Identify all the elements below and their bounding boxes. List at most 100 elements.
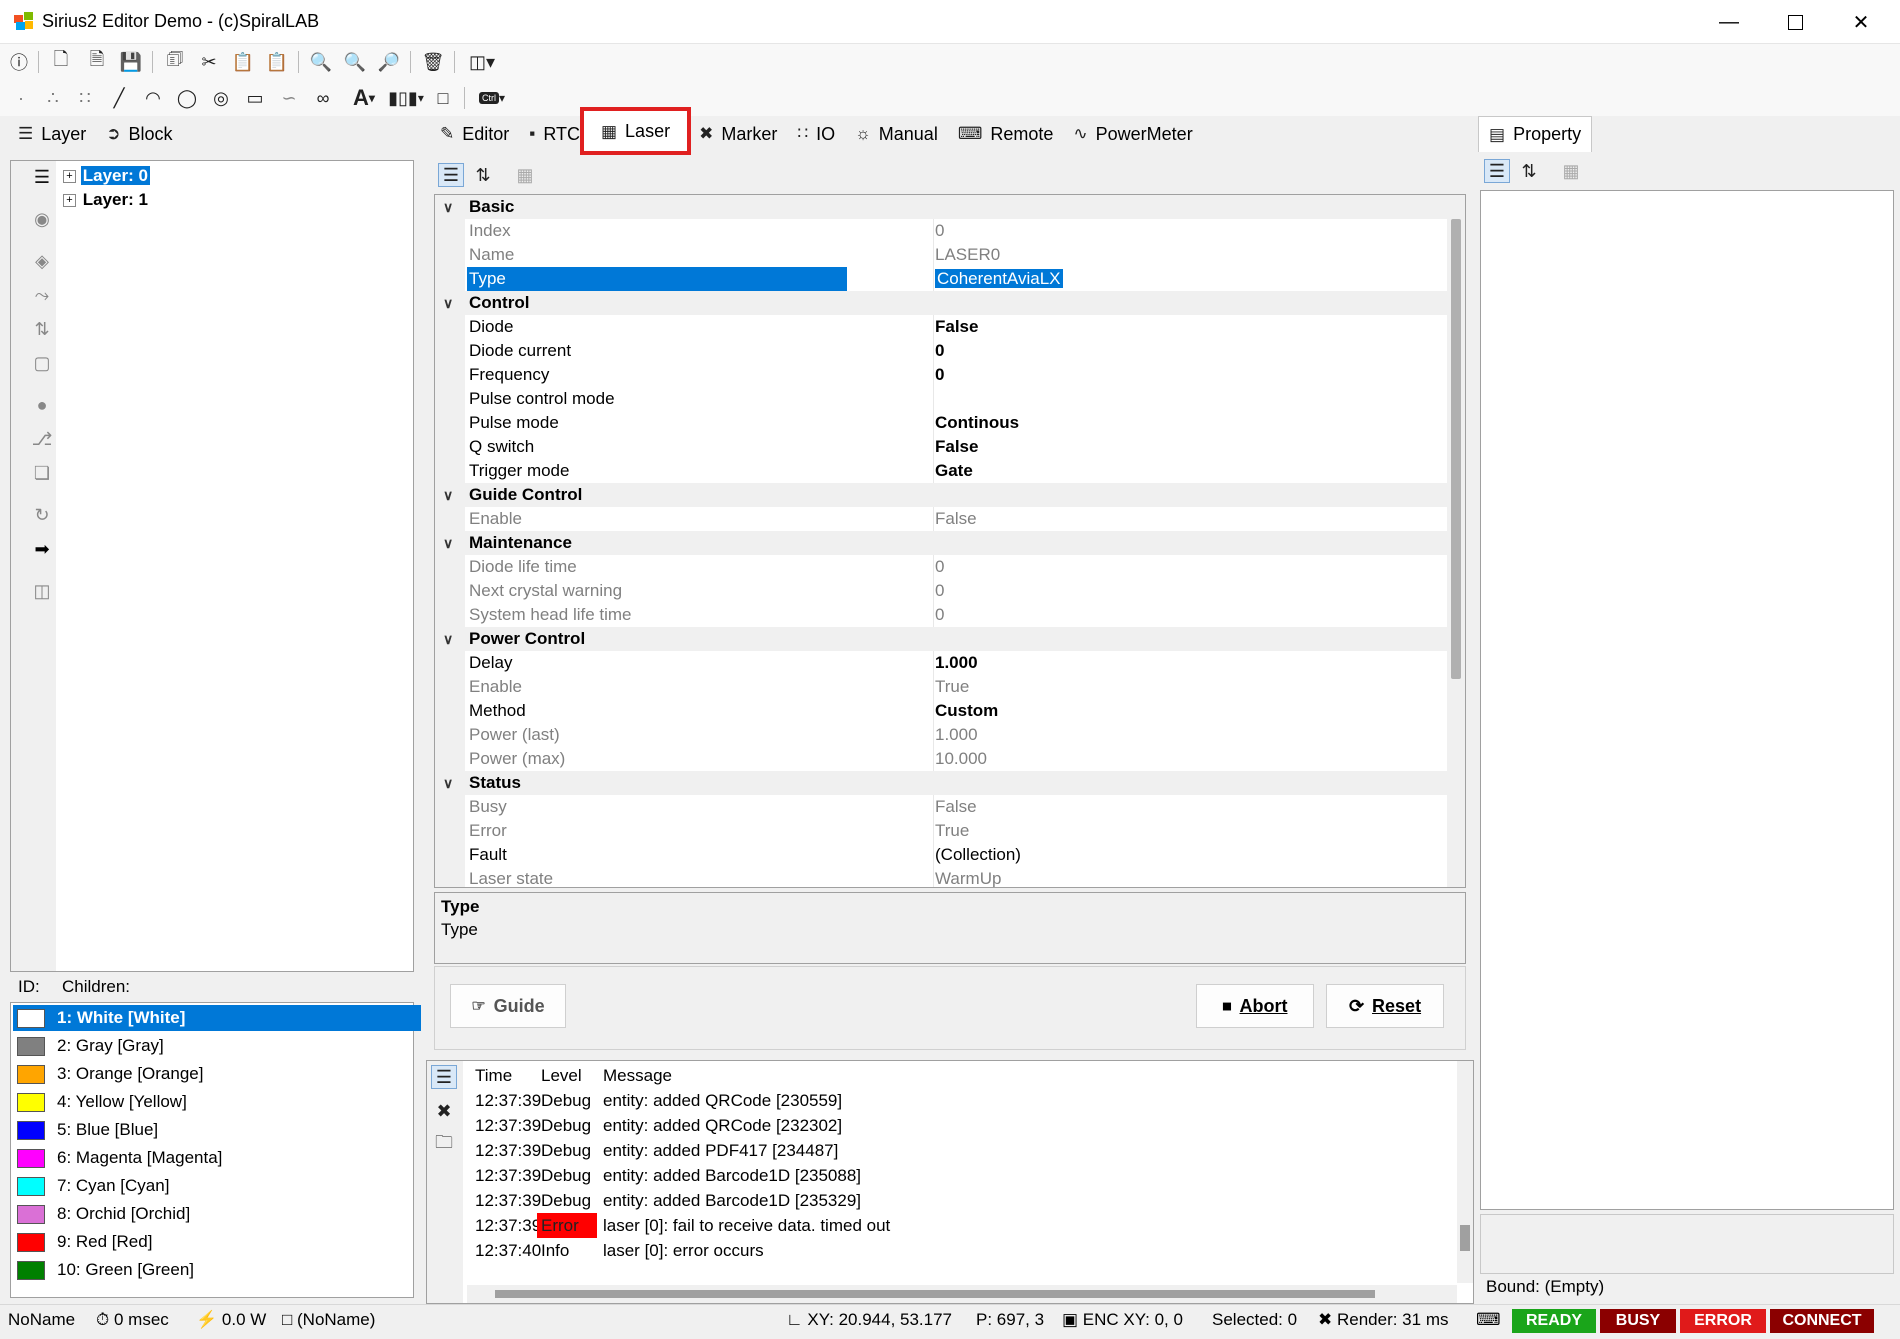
property-row[interactable]: Diode False — [435, 315, 1447, 339]
zoom-fit-icon[interactable]: 🔎 — [376, 50, 402, 74]
minimize-icon[interactable]: — — [1696, 0, 1762, 44]
spiral-icon[interactable]: ∞ — [310, 86, 336, 110]
raster-icon[interactable]: ∷ — [72, 86, 98, 110]
log-row[interactable]: 12:37:39 Debug entity: added QRCode [23230… — [467, 1113, 1457, 1138]
property-row[interactable]: Trigger mode Gate — [435, 459, 1447, 483]
circle-icon[interactable]: ◯ — [174, 86, 200, 110]
arrow-right-circle-icon[interactable]: ➡ — [29, 537, 55, 561]
log-header-message[interactable]: Message — [603, 1063, 672, 1088]
color-list-item[interactable]: 3: Orange [Orange] — [13, 1061, 421, 1087]
fill-icon[interactable]: ◈ — [29, 249, 55, 273]
log-vscrollbar[interactable] — [1457, 1061, 1473, 1283]
layers-icon[interactable]: ☰ — [29, 165, 55, 189]
tab-marker[interactable]: ✖ Marker — [689, 116, 787, 152]
eraser-icon[interactable]: ✖ — [431, 1099, 457, 1123]
tab-io[interactable]: ∷ IO — [787, 116, 845, 152]
expand-icon[interactable]: + — [63, 170, 76, 184]
ctrl-dropdown-icon[interactable]: Ctrl ▾ — [472, 86, 512, 110]
property-value[interactable]: False — [933, 795, 1447, 819]
tab-rtc[interactable]: ▪ RTC — [519, 116, 590, 152]
tab-laser[interactable]: ▦ Laser — [579, 107, 692, 155]
log-list-icon[interactable]: ☰ — [431, 1065, 457, 1089]
scrollbar-thumb[interactable] — [1451, 219, 1461, 679]
group-icon[interactable]: ● — [29, 393, 55, 417]
abort-button[interactable]: ⏹ Abort — [1196, 984, 1314, 1028]
property-category[interactable]: ∨ Guide Control — [435, 483, 1447, 507]
tab-manual[interactable]: ☼ Manual — [845, 116, 948, 152]
property-value[interactable]: 10.000 — [933, 747, 1447, 771]
property-value[interactable]: (Collection) — [933, 843, 1447, 867]
color-list-item[interactable]: 6: Magenta [Magenta] — [13, 1145, 421, 1171]
rotate-icon[interactable]: ↻ — [29, 503, 55, 527]
merge-icon[interactable]: ❏ — [29, 461, 55, 485]
zoom-out-icon[interactable]: 🔍 — [308, 50, 334, 74]
property-row[interactable]: Frequency 0 — [435, 363, 1447, 387]
color-list-item[interactable]: 10: Green [Green] — [13, 1257, 421, 1283]
log-row[interactable]: 12:37:39 Debug entity: added Barcode1D [23… — [467, 1163, 1457, 1188]
delete-icon[interactable]: 🗑 — [420, 50, 446, 74]
property-value[interactable]: 0 — [933, 219, 1447, 243]
property-row[interactable]: Diode life time 0 — [435, 555, 1447, 579]
branch-icon[interactable]: ⎇ — [29, 427, 55, 451]
color-list-item[interactable]: 7: Cyan [Cyan] — [13, 1173, 421, 1199]
log-row[interactable]: 12:37:40 Info laser [0]: error occurs — [467, 1238, 1457, 1263]
trepan-icon[interactable]: ◎ — [208, 86, 234, 110]
log-header-level[interactable]: Level — [541, 1063, 582, 1088]
tablet-icon[interactable]: □ — [430, 86, 456, 110]
alphabetical-icon[interactable]: ⇅ — [1516, 159, 1542, 183]
property-row[interactable]: Q switch False — [435, 435, 1447, 459]
zoom-in-icon[interactable]: 🔍 — [342, 50, 368, 74]
tree-item[interactable]: + Layer: 0 — [63, 164, 150, 188]
guide-button[interactable]: ☞ Guide — [450, 984, 566, 1028]
property-value[interactable]: Gate — [933, 459, 1447, 483]
text-dropdown-icon[interactable]: A ▾ — [344, 85, 384, 110]
property-row[interactable]: Diode current 0 — [435, 339, 1447, 363]
new-file-icon[interactable]: 🗋 — [48, 49, 74, 74]
open-file-icon[interactable]: 🗎 — [84, 49, 110, 74]
log-header-time[interactable]: Time — [475, 1063, 512, 1088]
property-row[interactable]: Enable False — [435, 507, 1447, 531]
collapse-chevron-icon[interactable]: ∨ — [443, 195, 453, 219]
property-value[interactable]: False — [933, 315, 1447, 339]
align-dropdown-icon[interactable]: ◫▾ — [462, 50, 502, 74]
property-row[interactable]: Pulse control mode — [435, 387, 1447, 411]
property-row[interactable]: Method Custom — [435, 699, 1447, 723]
property-row[interactable]: Power (last) 1.000 — [435, 723, 1447, 747]
path-icon[interactable]: ⤳ — [29, 283, 55, 307]
export-dropdown-icon[interactable]: ◫ — [29, 579, 55, 603]
paste-icon[interactable]: 📋 — [230, 50, 256, 74]
property-value[interactable]: 0 — [933, 603, 1447, 627]
property-value[interactable]: 0 — [933, 579, 1447, 603]
property-row[interactable]: Fault (Collection) — [435, 843, 1447, 867]
property-pages-icon[interactable]: ▦ — [1558, 159, 1584, 183]
property-row[interactable]: Name LASER0 — [435, 243, 1447, 267]
collapse-chevron-icon[interactable]: ∨ — [443, 627, 453, 651]
log-row[interactable]: 12:37:39 Debug entity: added QRCode [23055… — [467, 1088, 1457, 1113]
3d-icon[interactable]: ◉ — [29, 207, 55, 231]
collapse-chevron-icon[interactable]: ∨ — [443, 531, 453, 555]
property-value[interactable]: True — [933, 819, 1447, 843]
tab-block[interactable]: ➲ Block — [96, 116, 182, 152]
log-row[interactable]: 12:37:39 Debug entity: added Barcode1D [23… — [467, 1188, 1457, 1213]
property-row[interactable]: Pulse mode Continous — [435, 411, 1447, 435]
explode-icon[interactable]: ▢ — [29, 351, 55, 375]
color-list-item[interactable]: 2: Gray [Gray] — [13, 1033, 421, 1059]
property-value[interactable]: Continous — [933, 411, 1447, 435]
tab-remote[interactable]: ⌨ Remote — [948, 116, 1064, 152]
tab-layer[interactable]: ☰ Layer — [8, 116, 96, 152]
property-row[interactable]: System head life time 0 — [435, 603, 1447, 627]
line-icon[interactable]: ╱ — [106, 86, 132, 110]
collapse-chevron-icon[interactable]: ∨ — [443, 483, 453, 507]
property-row[interactable]: Enable True — [435, 675, 1447, 699]
property-category[interactable]: ∨ Basic — [435, 195, 1447, 219]
rectangle-icon[interactable]: ▭ — [242, 86, 268, 110]
log-hscrollbar[interactable] — [467, 1285, 1457, 1303]
collapse-chevron-icon[interactable]: ∨ — [443, 291, 453, 315]
points-icon[interactable]: ∴ — [40, 86, 66, 110]
property-value[interactable]: 0 — [933, 339, 1447, 363]
property-value[interactable]: LASER0 — [933, 243, 1447, 267]
property-category[interactable]: ∨ Control — [435, 291, 1447, 315]
property-value[interactable]: True — [933, 675, 1447, 699]
color-list-item[interactable]: 4: Yellow [Yellow] — [13, 1089, 421, 1115]
property-row[interactable]: Busy False — [435, 795, 1447, 819]
